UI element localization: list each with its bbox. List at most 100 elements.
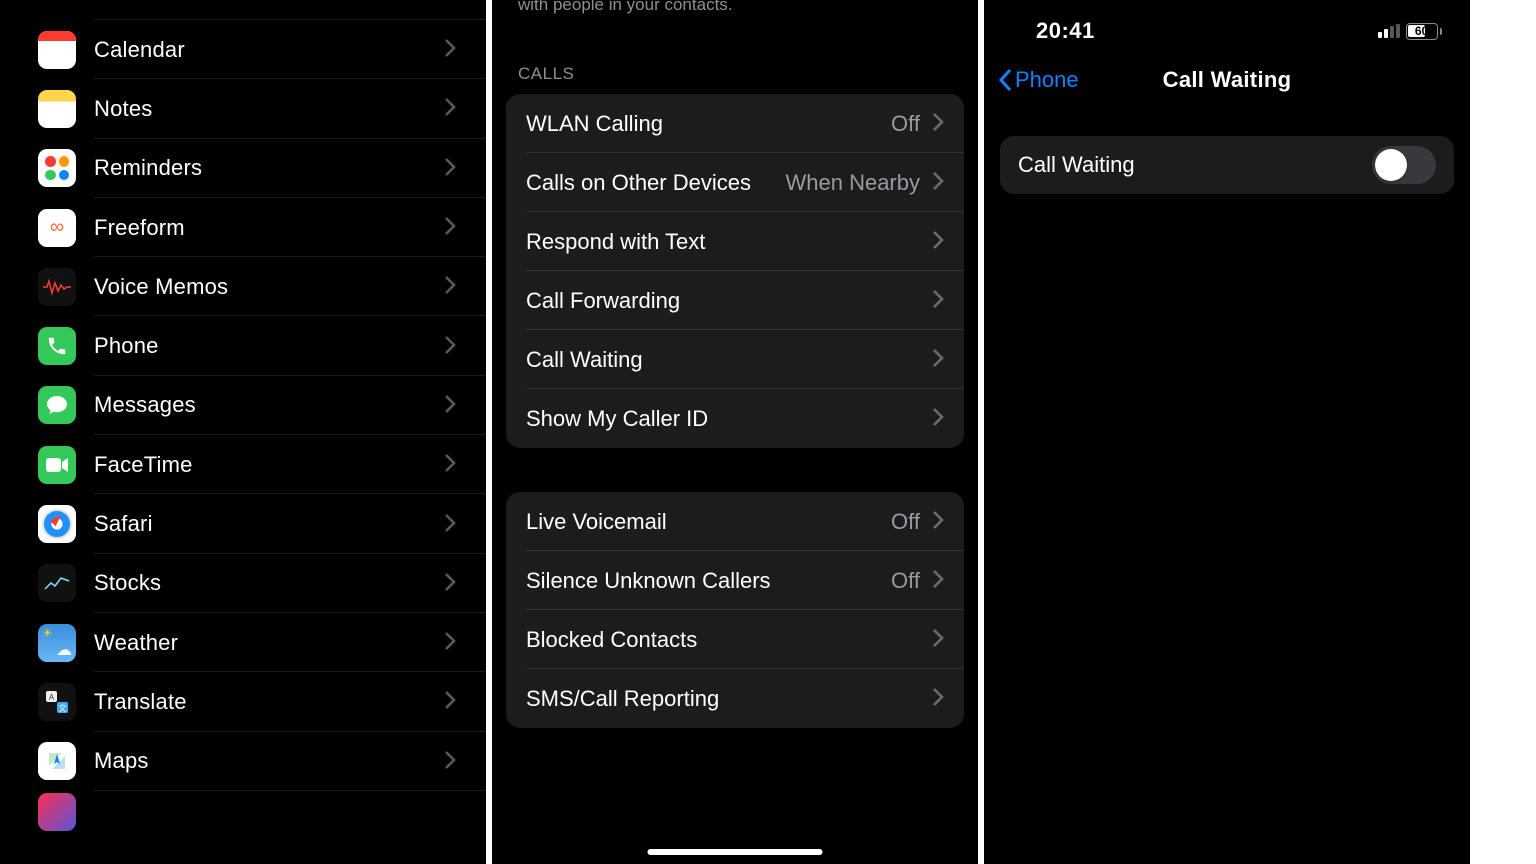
silence-unknown-callers-row[interactable]: Silence Unknown Callers Off xyxy=(506,551,964,610)
settings-app-list-pane: Calendar Notes Reminders ∞ Freeform Voic… xyxy=(0,0,486,864)
call-waiting-toggle[interactable] xyxy=(1372,146,1436,184)
status-time: 20:41 xyxy=(1036,18,1095,44)
settings-row-label: Phone xyxy=(94,333,444,359)
row-value: Off xyxy=(891,568,920,594)
settings-row-calendar[interactable]: Calendar xyxy=(0,20,486,79)
row-label: Respond with Text xyxy=(526,229,932,255)
battery-percentage: 60 xyxy=(1415,24,1428,38)
settings-row-translate[interactable]: A文 Translate xyxy=(0,672,486,731)
chevron-right-icon xyxy=(444,34,456,65)
facetime-icon xyxy=(38,446,76,484)
settings-row-facetime[interactable]: FaceTime xyxy=(0,435,486,494)
settings-row-label: Stocks xyxy=(94,570,444,596)
chevron-right-icon xyxy=(444,390,456,421)
chevron-right-icon xyxy=(444,627,456,658)
chevron-right-icon xyxy=(444,568,456,599)
chevron-right-icon xyxy=(444,449,456,480)
battery-icon: 60 xyxy=(1406,23,1443,40)
chevron-right-icon xyxy=(444,212,456,243)
row-label: Call Forwarding xyxy=(526,288,932,314)
stocks-icon xyxy=(38,564,76,602)
settings-row-label: Freeform xyxy=(94,215,444,241)
settings-row-safari[interactable]: Safari xyxy=(0,494,486,553)
settings-row-label: Reminders xyxy=(94,155,444,181)
chevron-right-icon xyxy=(444,331,456,362)
settings-row-messages[interactable]: Messages xyxy=(0,376,486,435)
wlan-calling-row[interactable]: WLAN Calling Off xyxy=(506,94,964,153)
settings-row-phone[interactable]: Phone xyxy=(0,316,486,375)
settings-row-label: Weather xyxy=(94,630,444,656)
calls-group-2: Live Voicemail Off Silence Unknown Calle… xyxy=(506,492,964,728)
settings-row-label: Translate xyxy=(94,689,444,715)
chevron-right-icon xyxy=(444,509,456,540)
settings-row-notes[interactable]: Notes xyxy=(0,79,486,138)
row-value: Off xyxy=(891,111,920,137)
messages-icon xyxy=(38,386,76,424)
chevron-right-icon xyxy=(932,683,944,714)
settings-row-label: Notes xyxy=(94,96,444,122)
toggle-knob xyxy=(1375,149,1407,181)
chevron-right-icon xyxy=(932,624,944,655)
call-waiting-group: Call Waiting xyxy=(1000,136,1454,194)
settings-row-freeform[interactable]: ∞ Freeform xyxy=(0,198,486,257)
calendar-icon xyxy=(38,31,76,69)
nav-bar: Phone Call Waiting xyxy=(984,54,1470,106)
chevron-right-icon xyxy=(444,153,456,184)
home-indicator[interactable] xyxy=(648,849,823,855)
blocked-contacts-row[interactable]: Blocked Contacts xyxy=(506,610,964,669)
chevron-right-icon xyxy=(932,506,944,537)
phone-settings-pane: with people in your contacts. CALLS WLAN… xyxy=(492,0,978,864)
call-forwarding-row[interactable]: Call Forwarding xyxy=(506,271,964,330)
settings-row-voice-memos[interactable]: Voice Memos xyxy=(0,257,486,316)
chevron-right-icon xyxy=(932,108,944,139)
chevron-right-icon xyxy=(444,271,456,302)
back-button[interactable]: Phone xyxy=(998,67,1079,93)
phone-icon xyxy=(38,327,76,365)
settings-row-maps[interactable]: Maps xyxy=(0,732,486,791)
maps-icon xyxy=(38,742,76,780)
reminders-icon xyxy=(38,149,76,187)
chevron-right-icon xyxy=(444,746,456,777)
row-label: Call Waiting xyxy=(526,347,932,373)
row-value: When Nearby xyxy=(785,170,920,196)
settings-row-weather[interactable]: Weather xyxy=(0,613,486,672)
row-label: Blocked Contacts xyxy=(526,627,932,653)
respond-with-text-row[interactable]: Respond with Text xyxy=(506,212,964,271)
settings-row-label: Voice Memos xyxy=(94,274,444,300)
show-my-caller-id-row[interactable]: Show My Caller ID xyxy=(506,389,964,448)
chevron-right-icon xyxy=(932,344,944,375)
settings-row-label: Maps xyxy=(94,748,444,774)
live-voicemail-row[interactable]: Live Voicemail Off xyxy=(506,492,964,551)
back-button-label: Phone xyxy=(1015,67,1079,93)
chevron-right-icon xyxy=(444,686,456,717)
settings-list[interactable]: Calendar Notes Reminders ∞ Freeform Voic… xyxy=(0,0,486,815)
chevron-right-icon xyxy=(932,403,944,434)
voice-memos-icon xyxy=(38,268,76,306)
row-label: Show My Caller ID xyxy=(526,406,932,432)
sms-call-reporting-row[interactable]: SMS/Call Reporting xyxy=(506,669,964,728)
settings-row-label: Safari xyxy=(94,511,444,537)
row-label: WLAN Calling xyxy=(526,111,891,137)
chevron-right-icon xyxy=(932,565,944,596)
svg-text:A: A xyxy=(49,693,55,702)
freeform-icon: ∞ xyxy=(38,209,76,247)
safari-icon xyxy=(38,505,76,543)
calls-group: WLAN Calling Off Calls on Other Devices … xyxy=(506,94,964,448)
chevron-right-icon xyxy=(932,285,944,316)
settings-row-label: Calendar xyxy=(94,37,444,63)
call-waiting-row[interactable]: Call Waiting xyxy=(506,330,964,389)
calls-on-other-devices-row[interactable]: Calls on Other Devices When Nearby xyxy=(506,153,964,212)
row-label: Calls on Other Devices xyxy=(526,170,785,196)
row-label: SMS/Call Reporting xyxy=(526,686,932,712)
settings-row-label: Messages xyxy=(94,392,444,418)
share-name-footer-text: with people in your contacts. xyxy=(492,0,978,20)
settings-row-reminders[interactable]: Reminders xyxy=(0,139,486,198)
nav-title: Call Waiting xyxy=(1163,67,1292,93)
settings-row-label: FaceTime xyxy=(94,452,444,478)
chevron-right-icon xyxy=(932,226,944,257)
settings-row-stocks[interactable]: Stocks xyxy=(0,554,486,613)
svg-text:文: 文 xyxy=(59,703,67,713)
settings-row-peek[interactable] xyxy=(0,791,486,815)
row-label: Live Voicemail xyxy=(526,509,891,535)
weather-icon xyxy=(38,624,76,662)
